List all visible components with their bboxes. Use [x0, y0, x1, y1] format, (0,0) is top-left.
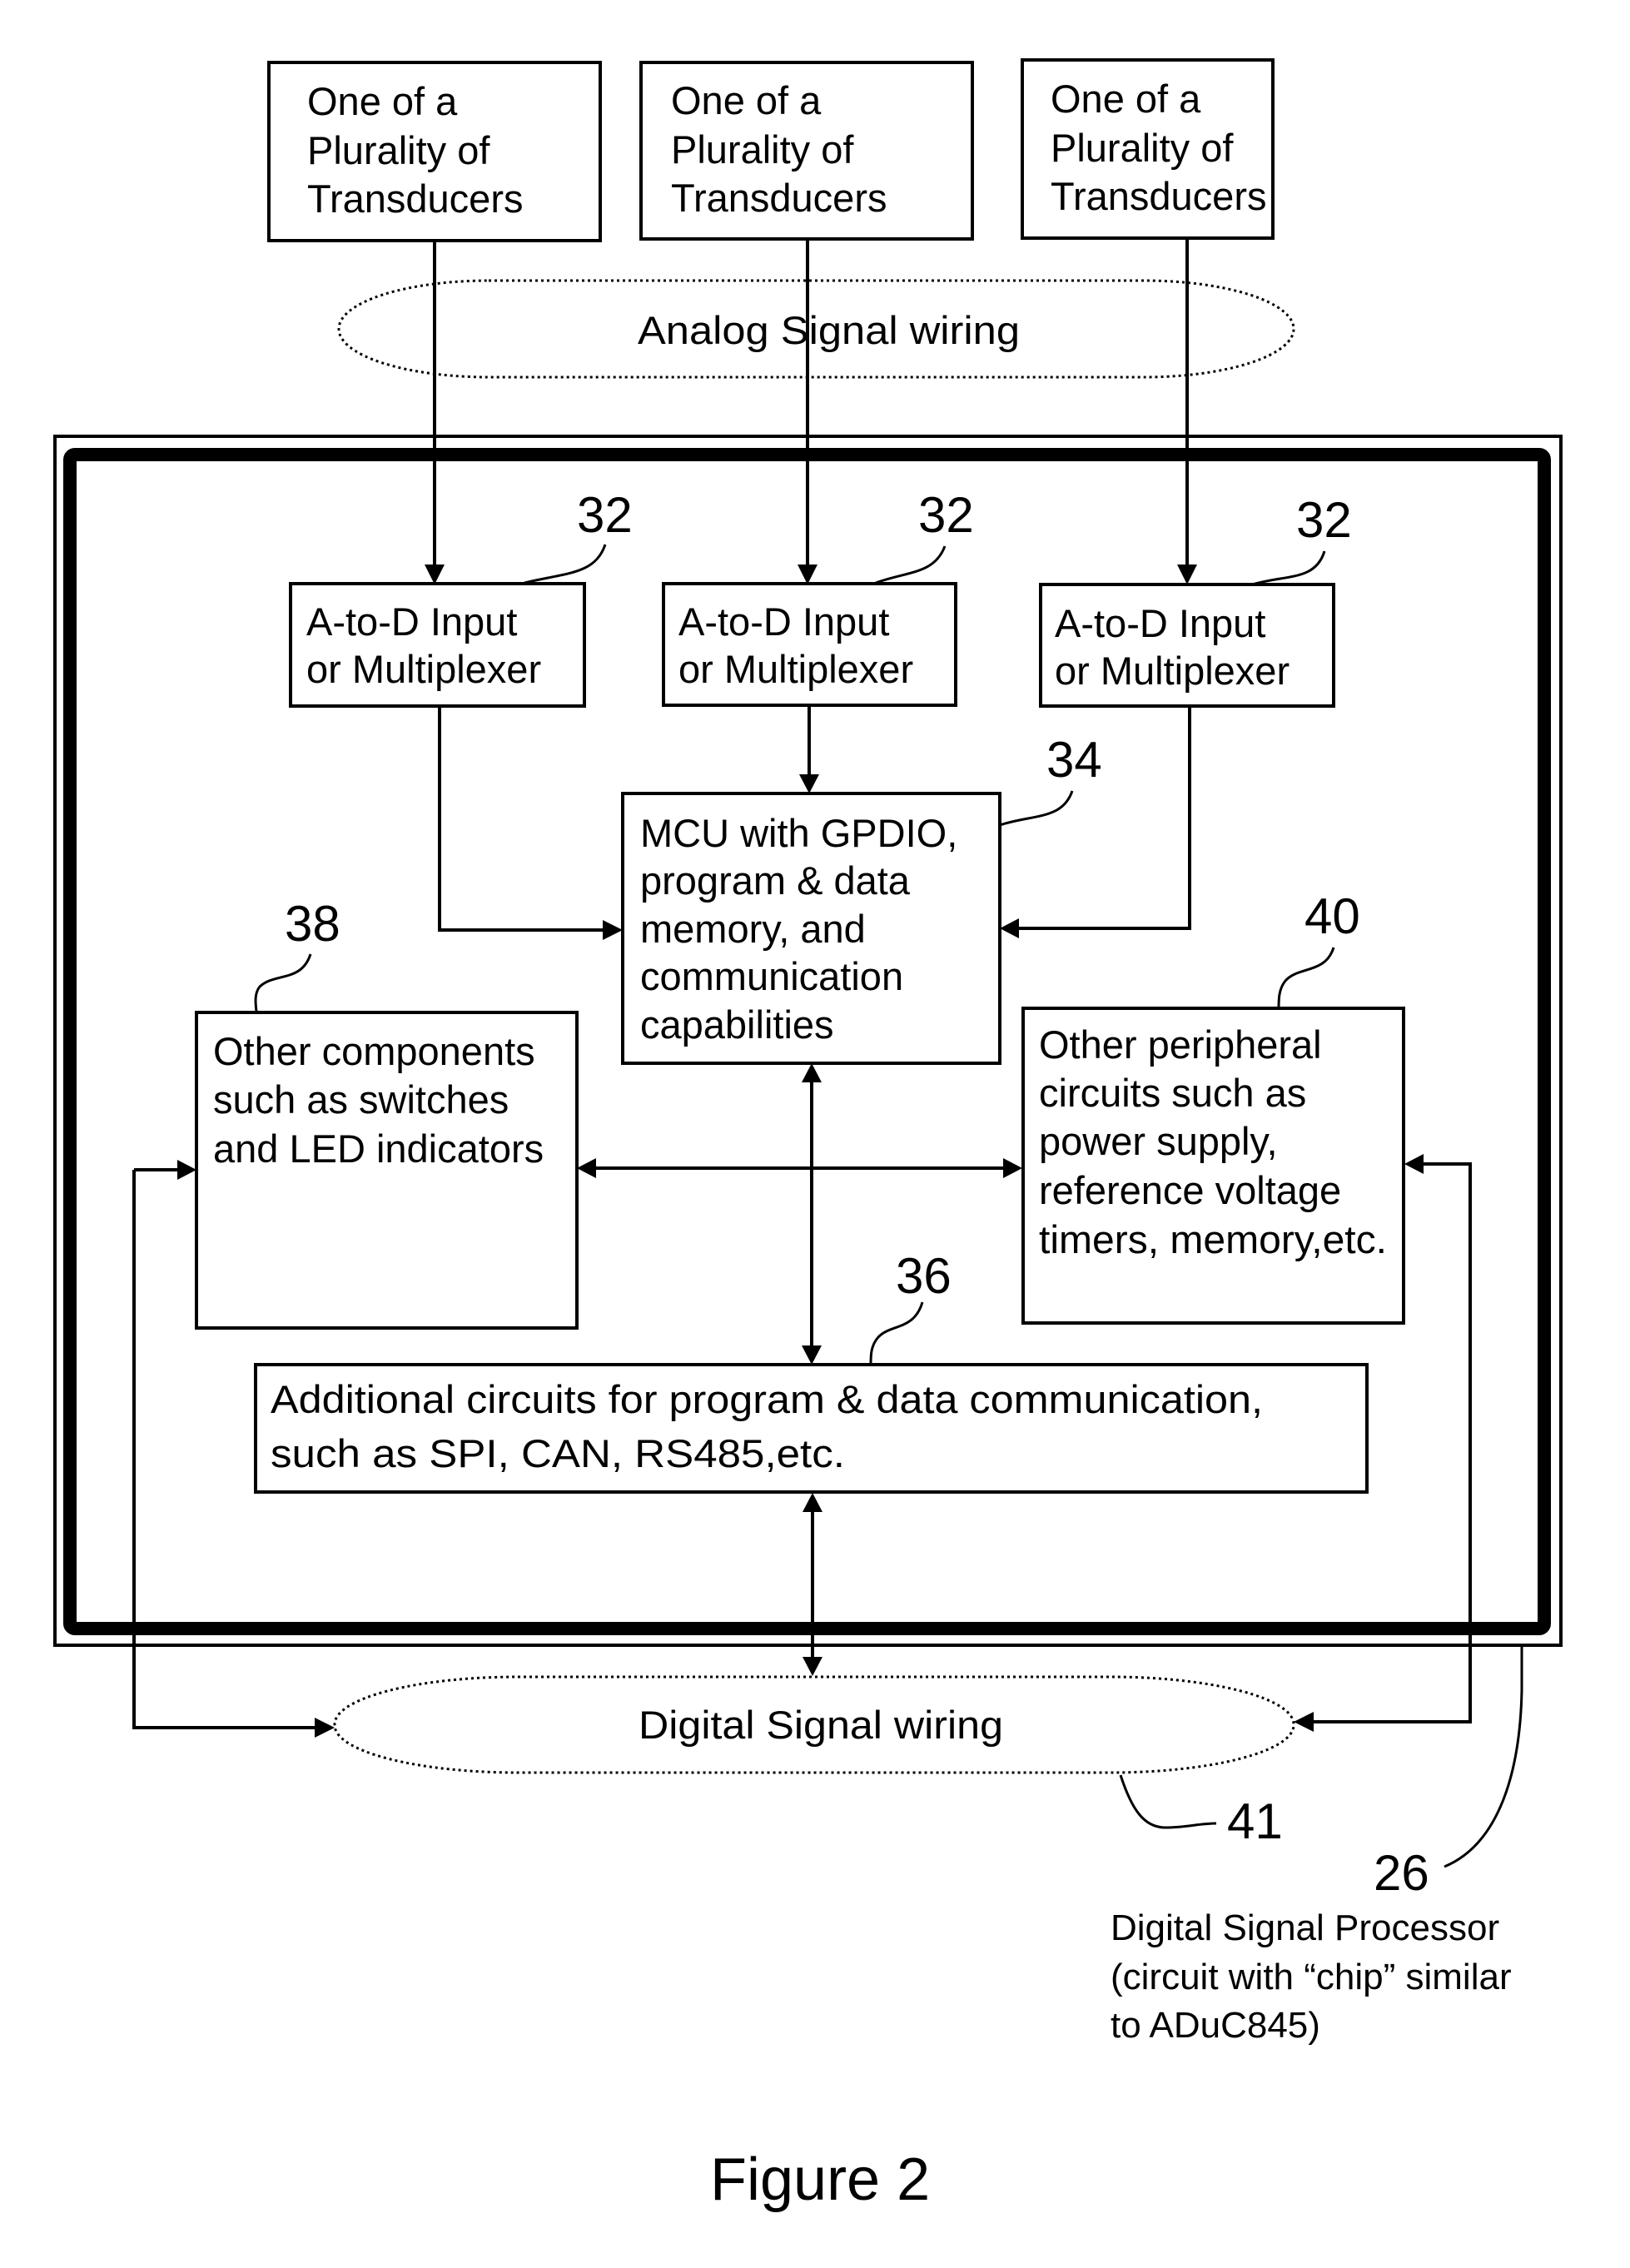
arrowhead-mcu-right	[1000, 918, 1019, 938]
arrowhead-peripherals-right	[1404, 1154, 1424, 1174]
block-diagram: One of a Plurality of Transducers One of…	[53, 58, 1563, 2213]
transducer-box-3: One of a Plurality of Transducers	[1021, 58, 1275, 240]
transducer-2-line-1: One of a	[671, 78, 822, 122]
transducer-1-line-3: Transducers	[307, 177, 523, 221]
peripherals-box: Other peripheral circuits such as power …	[1021, 1007, 1405, 1325]
comm-circuits-box: Additional circuits for program & data c…	[254, 1363, 1369, 1494]
adc-box-2: A-to-D Input or Multiplexer	[662, 582, 957, 707]
arrowhead-peripherals	[1003, 1158, 1022, 1178]
leader-other-components	[254, 953, 312, 1013]
transducer-3-line-3: Transducers	[1051, 174, 1266, 218]
mcu-line-2: program & data	[640, 858, 911, 903]
mcu-line-1: MCU with GPDIO,	[640, 811, 957, 855]
adc-2-line-1: A-to-D Input	[678, 599, 889, 644]
mcu-line-3: memory, and	[640, 907, 866, 951]
other-components-box: Other components such as switches and LE…	[195, 1011, 579, 1330]
transducer-2-line-2: Plurality of	[671, 127, 854, 172]
transducer-box-2: One of a Plurality of Transducers	[639, 61, 974, 241]
peripherals-line-4: reference voltage	[1039, 1168, 1341, 1212]
other-components-line-2: such as switches	[213, 1077, 509, 1122]
leader-adc-1	[524, 544, 607, 584]
mcu-line-5: capabilities	[640, 1002, 834, 1047]
analog-signal-wiring-label: Analog Signal wiring	[638, 308, 1020, 352]
leader-adc-3	[1251, 550, 1326, 586]
arrowhead-components-left	[177, 1160, 196, 1180]
adc-1-line-2: or Multiplexer	[306, 647, 541, 691]
leader-digital-wiring	[1119, 1774, 1217, 1829]
arrowhead-digital-wiring-right	[1294, 1712, 1314, 1732]
leader-mcu	[999, 790, 1074, 827]
peripherals-line-3: power supply,	[1039, 1119, 1278, 1163]
arrowhead-mcu-bottom	[802, 1063, 822, 1082]
arrowhead-comm-bottom	[803, 1493, 822, 1512]
ref-label-digital-wiring: 41	[1227, 1793, 1283, 1849]
leader-adc-2	[875, 545, 947, 584]
arrowhead-digital-wiring-top	[803, 1657, 822, 1676]
transducer-3-line-1: One of a	[1051, 77, 1201, 121]
dsp-caption-line-1: Digital Signal Processor	[1111, 1907, 1499, 1948]
adc-1-line-1: A-to-D Input	[306, 599, 517, 644]
leader-dsp	[1444, 1645, 1523, 1868]
peripherals-line-2: circuits such as	[1039, 1071, 1306, 1115]
leader-comm-circuits	[869, 1301, 924, 1365]
adc-3-line-1: A-to-D Input	[1055, 601, 1265, 645]
mcu-line-4: communication	[640, 954, 903, 998]
transducer-3-line-2: Plurality of	[1051, 126, 1234, 170]
arrowhead-mcu-left	[603, 920, 623, 940]
adc-3-line-2: or Multiplexer	[1055, 649, 1290, 693]
adc-box-1: A-to-D Input or Multiplexer	[289, 582, 586, 708]
arrowhead-components	[577, 1158, 596, 1178]
comm-circuits-line-2: such as SPI, CAN, RS485,etc.	[271, 1431, 845, 1475]
wire-adc-3-to-mcu	[1017, 706, 1191, 930]
adc-box-3: A-to-D Input or Multiplexer	[1039, 583, 1335, 708]
comm-circuits-line-1: Additional circuits for program & data c…	[271, 1377, 1263, 1421]
dsp-caption-line-2: (circuit with “chip” similar	[1111, 1957, 1512, 1997]
ref-label-adc-3: 32	[1296, 492, 1352, 548]
arrowhead-mcu-top	[799, 774, 819, 793]
peripherals-line-5: timers, memory,etc.	[1039, 1217, 1387, 1261]
arrowhead-adc-2	[798, 565, 817, 584]
ref-label-adc-1: 32	[577, 487, 633, 543]
ref-label-other-components: 38	[285, 896, 340, 952]
ref-label-dsp: 26	[1374, 1845, 1429, 1901]
arrowhead-comm-top	[802, 1345, 822, 1365]
figure-caption: Figure 2	[710, 2146, 930, 2213]
adc-2-line-2: or Multiplexer	[678, 647, 913, 691]
transducer-box-1: One of a Plurality of Transducers	[267, 61, 602, 242]
peripherals-line-1: Other peripheral	[1039, 1022, 1322, 1067]
arrowhead-digital-wiring-left	[315, 1718, 335, 1738]
leader-peripherals	[1277, 947, 1335, 1009]
arrowhead-adc-1	[425, 565, 445, 584]
mcu-box: MCU with GPDIO, program & data memory, a…	[621, 792, 1001, 1065]
transducer-1-line-2: Plurality of	[307, 128, 490, 172]
ref-label-mcu: 34	[1046, 732, 1102, 788]
dsp-caption-line-3: to ADuC845)	[1111, 2005, 1320, 2046]
wire-adc-1-to-mcu	[438, 706, 604, 932]
ref-label-peripherals: 40	[1304, 888, 1360, 944]
other-components-line-3: and LED indicators	[213, 1127, 544, 1171]
other-components-line-1: Other components	[213, 1029, 535, 1073]
ref-label-adc-2: 32	[918, 487, 974, 543]
arrowhead-adc-3	[1177, 565, 1197, 584]
digital-signal-wiring-label: Digital Signal wiring	[639, 1703, 1003, 1747]
ref-label-comm-circuits: 36	[896, 1248, 952, 1304]
transducer-2-line-3: Transducers	[671, 176, 887, 220]
transducer-1-line-1: One of a	[307, 79, 458, 123]
